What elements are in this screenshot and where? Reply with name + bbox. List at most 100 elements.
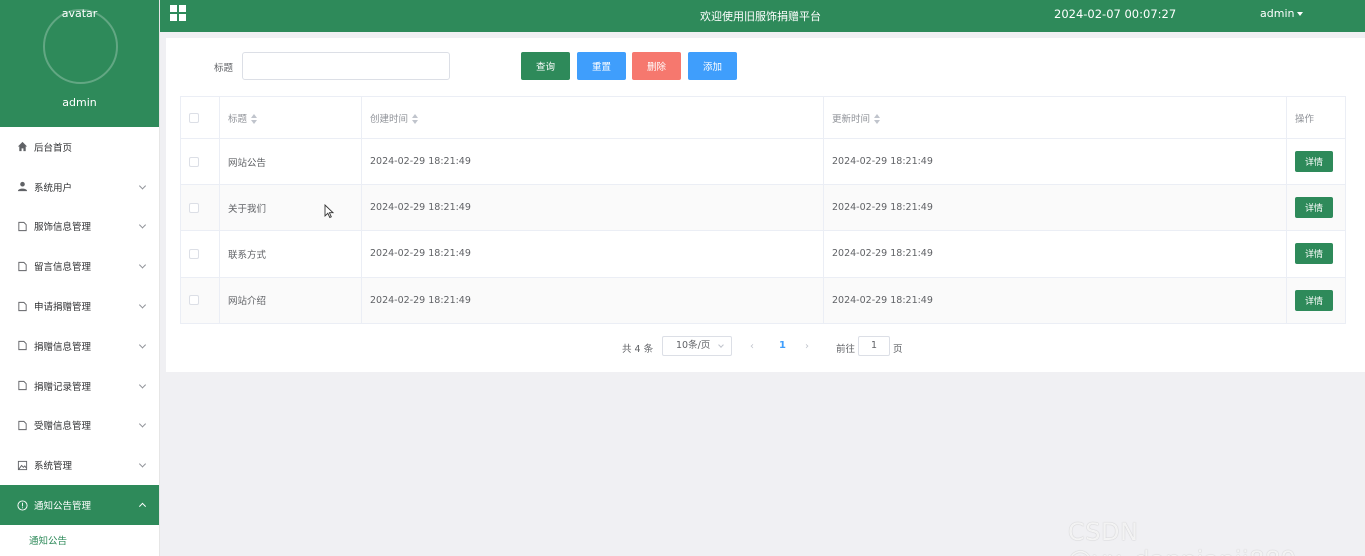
sidebar-item-clothing[interactable]: 服饰信息管理: [0, 207, 159, 247]
cell-created: 2024-02-29 18:21:49: [361, 138, 824, 186]
pagination-total: 共 4 条: [622, 344, 654, 355]
sort-icon[interactable]: [412, 114, 419, 124]
table-row: 网站介绍 2024-02-29 18:21:49 2024-02-29 18:2…: [180, 277, 1346, 324]
select-all-cell: [180, 96, 220, 139]
sidebar-item-donation-requests[interactable]: 申请捐赠管理: [0, 286, 159, 326]
sidebar-item-notice-management[interactable]: 通知公告管理: [0, 485, 159, 525]
chevron-down-icon: [138, 460, 147, 468]
title-search-input[interactable]: [242, 52, 450, 80]
sidebar-item-label: 受赠信息管理: [34, 421, 92, 433]
row-checkbox[interactable]: [189, 156, 199, 167]
chevron-down-icon: [138, 182, 147, 190]
delete-button[interactable]: 删除: [632, 52, 681, 80]
sidebar-item-label: 留言信息管理: [34, 262, 92, 274]
chevron-down-icon: [138, 420, 147, 429]
chevron-left-icon[interactable]: ‹: [750, 341, 758, 352]
notice-table: 标题 创建时间 更新时间 操作 网站公告 2024-02-29 18:21:49…: [180, 96, 1346, 324]
sidebar-menu: 后台首页 系统用户 服饰信息管理 留言信息管理 申请捐赠管理 捐赠信息管理 捐赠…: [0, 127, 159, 555]
avatar-alt-text: avatar: [61, 7, 98, 20]
cell-actions: 详情: [1286, 138, 1346, 186]
chevron-down-icon: [138, 341, 147, 349]
doc-icon: [17, 340, 28, 351]
row-select-cell: [180, 138, 220, 186]
user-icon: [17, 181, 28, 192]
goto-page-input[interactable]: 1: [858, 336, 890, 356]
user-menu[interactable]: admin: [1260, 7, 1304, 20]
sidebar-item-system-management[interactable]: 系统管理: [0, 445, 159, 485]
detail-button[interactable]: 详情: [1295, 243, 1333, 265]
sidebar-item-donation-records[interactable]: 捐赠记录管理: [0, 366, 159, 406]
column-header-actions: 操作: [1286, 96, 1346, 139]
sidebar-item-donation-info[interactable]: 捐赠信息管理: [0, 326, 159, 366]
chevron-up-icon: [138, 502, 147, 510]
row-checkbox[interactable]: [189, 202, 199, 213]
column-header-label: 创建时间: [370, 113, 409, 125]
sidebar-item-label: 后台首页: [34, 142, 73, 154]
sort-icon[interactable]: [874, 114, 881, 124]
cell-title: 网站公告: [219, 138, 362, 186]
sidebar-item-label: 捐赠记录管理: [34, 381, 92, 393]
sidebar-item-label: 捐赠信息管理: [34, 341, 92, 353]
cell-updated: 2024-02-29 18:21:49: [823, 230, 1287, 278]
top-header: 欢迎使用旧服饰捐赠平台 2024-02-07 00:07:27 admin: [160, 0, 1365, 32]
chevron-down-icon: [138, 301, 147, 309]
sidebar-item-home[interactable]: 后台首页: [0, 127, 159, 167]
column-header-created[interactable]: 创建时间: [361, 96, 824, 139]
sidebar-item-label: 系统管理: [34, 461, 73, 473]
detail-button[interactable]: 详情: [1295, 289, 1333, 311]
column-header-label: 标题: [228, 113, 248, 125]
column-header-label: 操作: [1295, 113, 1315, 125]
detail-button[interactable]: 详情: [1295, 151, 1333, 173]
header-title: 欢迎使用旧服饰捐赠平台: [700, 10, 821, 23]
add-button[interactable]: 添加: [688, 52, 737, 80]
doc-icon: [17, 380, 28, 391]
page-number-current[interactable]: 1: [779, 340, 786, 351]
goto-label: 前往: [836, 344, 856, 355]
cell-created: 2024-02-29 18:21:49: [361, 277, 824, 324]
caret-down-icon: [1297, 12, 1304, 16]
doc-icon: [17, 301, 28, 312]
table-row: 网站公告 2024-02-29 18:21:49 2024-02-29 18:2…: [180, 138, 1346, 186]
sidebar-item-recipient-info[interactable]: 受赠信息管理: [0, 406, 159, 446]
sort-icon[interactable]: [251, 114, 258, 124]
sidebar-item-label: 通知公告管理: [34, 501, 92, 513]
row-select-cell: [180, 184, 220, 232]
table-header-row: 标题 创建时间 更新时间 操作: [180, 96, 1346, 139]
sidebar-subitem-label: 通知公告: [29, 535, 68, 547]
doc-icon: [17, 221, 28, 232]
menu-toggle-icon[interactable]: [170, 5, 186, 21]
page-size-select[interactable]: 10条/页: [662, 336, 732, 356]
query-button[interactable]: 查询: [521, 52, 570, 80]
column-header-title[interactable]: 标题: [219, 96, 362, 139]
detail-button[interactable]: 详情: [1295, 197, 1333, 219]
row-select-cell: [180, 277, 220, 324]
profile-panel: avatar admin: [0, 0, 159, 127]
table-row: 联系方式 2024-02-29 18:21:49 2024-02-29 18:2…: [180, 230, 1346, 278]
sidebar-item-label: 申请捐赠管理: [34, 302, 92, 314]
column-header-updated[interactable]: 更新时间: [823, 96, 1287, 139]
sidebar-item-messages[interactable]: 留言信息管理: [0, 246, 159, 286]
sidebar-item-label: 系统用户: [34, 182, 73, 194]
search-label: 标题: [214, 63, 234, 74]
row-select-cell: [180, 230, 220, 278]
avatar[interactable]: [43, 9, 118, 84]
cell-title: 关于我们: [219, 184, 362, 232]
row-checkbox[interactable]: [189, 295, 199, 306]
chevron-right-icon[interactable]: ›: [805, 341, 813, 352]
chevron-down-icon: [138, 261, 147, 269]
table-row: 关于我们 2024-02-29 18:21:49 2024-02-29 18:2…: [180, 184, 1346, 232]
row-checkbox[interactable]: [189, 248, 199, 259]
cell-title: 网站介绍: [219, 277, 362, 324]
user-menu-label: admin: [1260, 7, 1295, 20]
sidebar-subitem-notices[interactable]: 通知公告: [0, 524, 159, 555]
chevron-down-icon: [138, 221, 147, 230]
select-all-checkbox[interactable]: [189, 112, 199, 123]
profile-username: admin: [62, 96, 97, 109]
cell-actions: 详情: [1286, 184, 1346, 232]
sidebar-item-system-users[interactable]: 系统用户: [0, 167, 159, 207]
sidebar: avatar admin 后台首页 系统用户 服饰信息管理 留言信息管理 申请捐…: [0, 0, 160, 556]
reset-button[interactable]: 重置: [577, 52, 626, 80]
cell-actions: 详情: [1286, 277, 1346, 324]
picture-icon: [17, 460, 28, 471]
pagination: 共 4 条 10条/页 ‹ 1 › 前往 1 页: [166, 336, 1365, 358]
